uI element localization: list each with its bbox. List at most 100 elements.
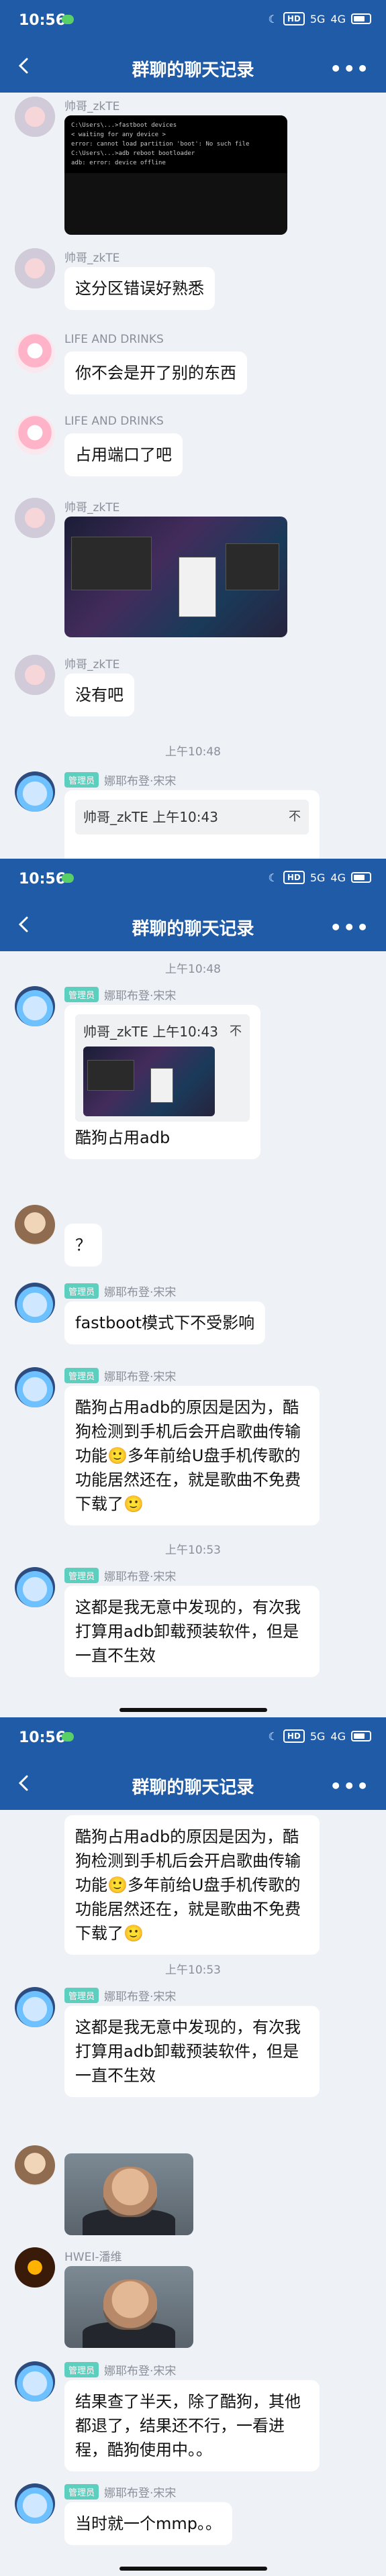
photo-message[interactable] — [64, 2266, 193, 2348]
sender-name: 帅哥_zkTE — [64, 252, 120, 265]
message-bubble[interactable]: ？ — [64, 1224, 102, 1267]
sender-name: 管理员 娜耶布登·宋宋 — [64, 2483, 176, 2500]
moon-icon: ☾ — [268, 1729, 278, 1743]
quote-icon: 不 — [230, 1024, 242, 1038]
message-item: 帅哥_zkTE — [0, 498, 386, 637]
status-time: 10:56 — [19, 871, 66, 888]
sender-name: 管理员 娜耶布登·宋宋 — [64, 1367, 176, 1384]
chat-list: 上午10:48 管理员 娜耶布登·宋宋 帅哥_zkTE 上午10:43 不 酷狗占… — [0, 951, 386, 1717]
nav-bar: 群聊的聊天记录 ••• — [0, 1758, 386, 1810]
message-bubble[interactable]: 酷狗占用adb的原因是因为，酷狗检测到手机后会开启歌曲传输功能🙂多年前给U盘手机… — [64, 1386, 320, 1525]
screenshot-panel-3: 10:56 ☾ HD 5G 4G 群聊的聊天记录 ••• 酷狗占用adb的原因是… — [0, 1717, 386, 2576]
time-separator: 上午10:48 — [165, 963, 221, 976]
message-bubble[interactable]: 帅哥_zkTE 上午10:43 不 酷狗占用adb — [64, 1005, 260, 1159]
status-icons: ☾ HD 5G 4G — [268, 12, 371, 25]
avatar[interactable] — [15, 986, 55, 1026]
moon-icon: ☾ — [268, 871, 278, 884]
message-bubble[interactable]: 你不会是开了别的东西 — [64, 352, 247, 394]
time-separator: 上午10:53 — [165, 1964, 221, 1977]
chat-list: 帅哥_zkTE C:\Users\...>fastboot devices < … — [0, 93, 386, 859]
quoted-message[interactable]: 帅哥_zkTE 上午10:43 不 — [75, 800, 309, 835]
message-bubble[interactable]: 这都是我无意中发现的，有次我打算用adb卸载预装软件，但是一直不生效 — [64, 1586, 320, 1677]
avatar[interactable] — [15, 655, 55, 695]
sender-name: 管理员 娜耶布登·宋宋 — [64, 771, 176, 788]
battery-icon — [351, 13, 371, 24]
avatar[interactable] — [15, 97, 55, 137]
hd-badge: HD — [283, 871, 305, 884]
quoted-message[interactable]: 帅哥_zkTE 上午10:43 不 — [75, 1014, 250, 1122]
more-icon[interactable]: ••• — [330, 916, 370, 938]
message-bubble[interactable]: 结果查了半天，除了酷狗，其他都退了，结果还不行，一看进程，酷狗使用中。。 — [64, 2380, 320, 2471]
photo-message[interactable] — [64, 2153, 193, 2235]
hd-badge: HD — [283, 1729, 305, 1743]
sender-name: 帅哥_zkTE — [64, 658, 120, 672]
network-label: 5G — [309, 1729, 326, 1743]
more-icon[interactable]: ••• — [330, 1775, 370, 1797]
quote-icon: 不 — [289, 810, 301, 824]
time-separator: 上午10:48 — [165, 745, 221, 759]
sender-name: 管理员 娜耶布登·宋宋 — [64, 986, 176, 1003]
home-indicator — [119, 2567, 267, 2571]
wechat-icon — [62, 1732, 74, 1741]
signal-label: 4G — [330, 12, 346, 25]
terminal-screenshot[interactable]: C:\Users\...>fastboot devices < waiting … — [64, 115, 287, 235]
avatar[interactable] — [15, 2145, 55, 2186]
avatar[interactable] — [15, 2361, 55, 2402]
sender-name: 管理员 娜耶布登·宋宋 — [64, 1987, 176, 2004]
network-label: 5G — [309, 871, 326, 884]
avatar[interactable] — [15, 771, 55, 812]
sender-name: LIFE AND DRINKS — [64, 415, 164, 428]
avatar[interactable] — [15, 333, 55, 373]
avatar[interactable] — [15, 2247, 55, 2288]
message-bubble[interactable]: 帅哥_zkTE 上午10:43 不 — [64, 790, 320, 859]
avatar[interactable] — [15, 1367, 55, 1407]
avatar[interactable] — [15, 1205, 55, 1245]
avatar[interactable] — [15, 1987, 55, 2027]
status-time: 10:56 — [19, 12, 66, 29]
avatar[interactable] — [15, 415, 55, 455]
sender-name: 管理员 娜耶布登·宋宋 — [64, 2361, 176, 2378]
avatar[interactable] — [15, 248, 55, 288]
sender-name: 帅哥_zkTE — [64, 100, 120, 113]
message-bubble[interactable]: 当时就一个mmp。。 — [64, 2502, 232, 2545]
sender-name: 帅哥_zkTE — [64, 501, 120, 515]
page-title: 群聊的聊天记录 — [132, 60, 254, 80]
wechat-icon — [62, 15, 74, 24]
avatar[interactable] — [15, 1567, 55, 1607]
terminal-content: C:\Users\...>fastboot devices < waiting … — [64, 115, 287, 173]
message-bubble[interactable]: 占用端口了吧 — [64, 433, 183, 476]
network-label: 5G — [309, 12, 326, 25]
quoted-image — [83, 1046, 215, 1116]
nav-bar: 群聊的聊天记录 ••• — [0, 899, 386, 951]
more-icon[interactable]: ••• — [330, 58, 370, 80]
message-bubble[interactable]: 这分区错误好熟悉 — [64, 267, 215, 310]
battery-icon — [351, 872, 371, 883]
message-bubble[interactable]: 酷狗占用adb的原因是因为，酷狗检测到手机后会开启歌曲传输功能🙂多年前给U盘手机… — [64, 1815, 320, 1955]
home-indicator — [119, 1708, 267, 1712]
message-bubble[interactable]: 这都是我无意中发现的，有次我打算用adb卸载预装软件，但是一直不生效 — [64, 2006, 320, 2097]
avatar[interactable] — [15, 2483, 55, 2524]
avatar[interactable] — [15, 1283, 55, 1323]
avatar[interactable] — [15, 498, 55, 538]
page-title: 群聊的聊天记录 — [132, 1778, 254, 1798]
screenshot-panel-1: 10:56 ☾ HD 5G 4G 群聊的聊天记录 ••• 帅哥_zkTE C:\… — [0, 0, 386, 859]
status-bar: 10:56 ☾ HD 5G 4G — [0, 0, 386, 40]
desktop-screenshot[interactable] — [64, 517, 287, 637]
sender-name: 管理员 娜耶布登·宋宋 — [64, 1567, 176, 1584]
chat-list: 酷狗占用adb的原因是因为，酷狗检测到手机后会开启歌曲传输功能🙂多年前给U盘手机… — [0, 1810, 386, 2576]
sender-name: LIFE AND DRINKS — [64, 333, 164, 346]
message-bubble[interactable]: fastboot模式下不受影响 — [64, 1301, 266, 1344]
wechat-icon — [62, 873, 74, 883]
nav-bar: 群聊的聊天记录 ••• — [0, 40, 386, 93]
status-icons: ☾ HD 5G 4G — [268, 871, 371, 884]
status-bar: 10:56 ☾ HD 5G 4G — [0, 859, 386, 899]
message-bubble[interactable]: 没有吧 — [64, 674, 134, 716]
reply-text: 酷狗占用adb — [75, 1128, 171, 1147]
signal-label: 4G — [330, 1729, 346, 1743]
time-separator: 上午10:53 — [165, 1544, 221, 1557]
screenshot-panel-2: 10:56 ☾ HD 5G 4G 群聊的聊天记录 ••• 上午10:48 管理员… — [0, 859, 386, 1717]
status-icons: ☾ HD 5G 4G — [268, 1729, 371, 1743]
sender-name: HWEI-潘维 — [64, 2251, 122, 2264]
status-bar: 10:56 ☾ HD 5G 4G — [0, 1717, 386, 1758]
signal-label: 4G — [330, 871, 346, 884]
